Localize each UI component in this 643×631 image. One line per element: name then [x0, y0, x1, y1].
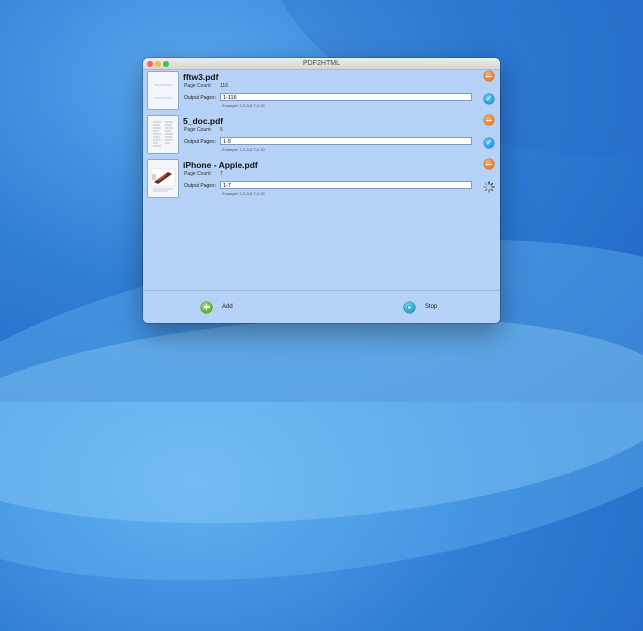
- output-pages-field[interactable]: 1-5: [220, 137, 472, 145]
- stop-button[interactable]: Stop: [404, 291, 437, 323]
- page-count-label: Page Count:: [184, 171, 212, 177]
- file-row: 5_doc.pdf Page Count: 5 Output Pages: 1-…: [143, 114, 500, 158]
- output-pages-label: Output Pages:: [184, 139, 216, 145]
- checkmark-circle-icon: [484, 94, 494, 104]
- page-count-value: 116: [220, 83, 228, 89]
- plus-circle-icon: [201, 301, 212, 313]
- file-row: fftw3.pdf Page Count: 116 Output Pages: …: [143, 70, 500, 114]
- app-window: PDF2HTML fftw3.pdf Page Count: 116 Outpu…: [143, 58, 500, 323]
- page-count-label: Page Count:: [184, 127, 212, 133]
- footer-bar: Add Stop: [143, 290, 500, 323]
- checkmark-circle-icon: [484, 138, 494, 148]
- title-bar[interactable]: PDF2HTML: [143, 58, 500, 70]
- output-pages-field[interactable]: 1-116: [220, 93, 472, 101]
- window-title: PDF2HTML: [303, 60, 340, 67]
- page-count-value: 7: [220, 171, 223, 177]
- example-hint: Example: 1,2,3,5-7,9-15: [222, 191, 265, 196]
- spinner-icon: [483, 180, 495, 193]
- minus-circle-icon[interactable]: [484, 159, 494, 169]
- page-count-label: Page Count:: [184, 83, 212, 89]
- file-name: 5_doc.pdf: [183, 116, 224, 126]
- file-name: fftw3.pdf: [183, 72, 219, 82]
- file-list: fftw3.pdf Page Count: 116 Output Pages: …: [143, 70, 500, 292]
- document-thumbnail-icon: [154, 84, 172, 99]
- stop-button-label: Stop: [425, 304, 438, 310]
- page-count-value: 5: [220, 127, 223, 133]
- minus-circle-icon[interactable]: [484, 71, 494, 81]
- example-hint: Example: 1,2,3,5-7,9-15: [222, 103, 265, 108]
- text-document-thumbnail-icon: [153, 121, 173, 147]
- add-button-label: Add: [222, 304, 233, 310]
- example-hint: Example: 1,2,3,5-7,9-15: [222, 147, 265, 152]
- text-document-thumbnail: [147, 115, 179, 154]
- file-name: iPhone - Apple.pdf: [183, 160, 258, 170]
- output-pages-field[interactable]: 1-7: [220, 181, 472, 189]
- output-pages-label: Output Pages:: [184, 95, 216, 101]
- minus-circle-icon[interactable]: [484, 115, 494, 125]
- image-document-thumbnail-icon: [150, 168, 176, 192]
- add-button[interactable]: Add: [201, 291, 233, 323]
- document-thumbnail: [147, 71, 179, 110]
- output-pages-label: Output Pages:: [184, 183, 216, 189]
- image-document-thumbnail: [147, 159, 179, 198]
- file-row: iPhone - Apple.pdf Page Count: 7 Output …: [143, 158, 500, 202]
- stop-circle-icon: [404, 301, 415, 313]
